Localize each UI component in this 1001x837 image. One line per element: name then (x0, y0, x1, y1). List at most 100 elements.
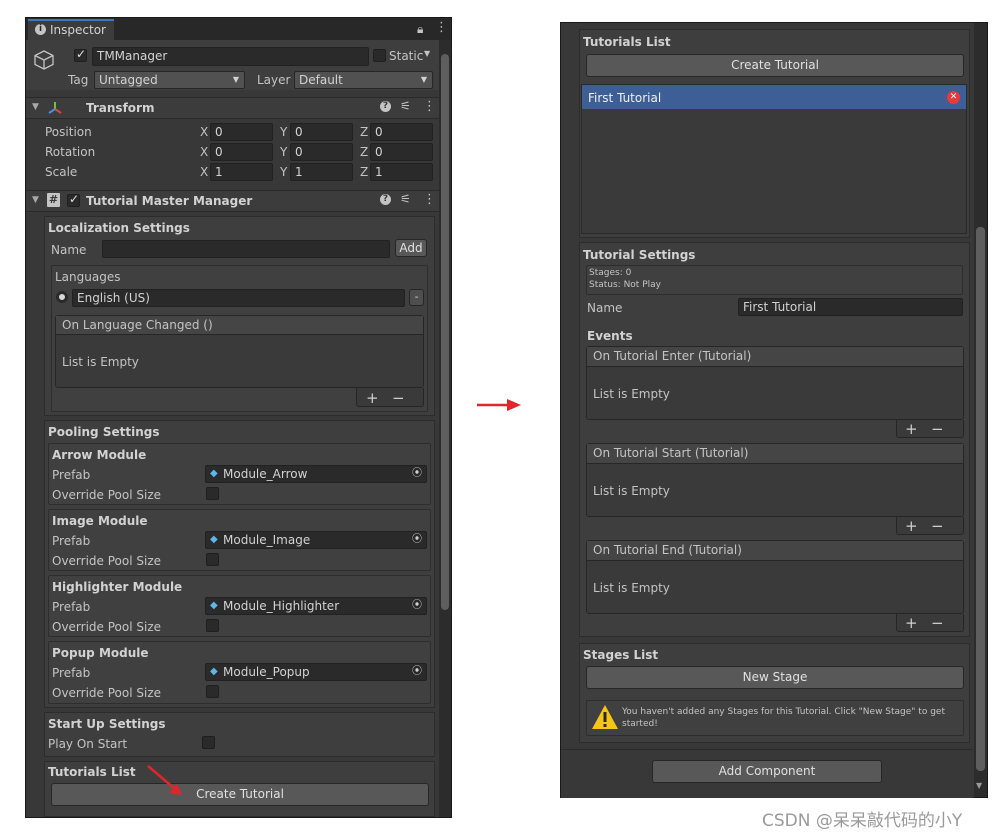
scale-z-label[interactable]: Z (360, 164, 368, 180)
rotation-z-label[interactable]: Z (360, 144, 368, 160)
image-prefab-field[interactable]: ◆ Module_Image ⦿ (205, 531, 427, 549)
object-picker-icon[interactable]: ⦿ (412, 532, 422, 548)
tutorial-start-title: On Tutorial Start (Tutorial) (593, 446, 749, 460)
static-dropdown-icon[interactable]: ▼ (424, 49, 430, 58)
static-checkbox[interactable] (373, 49, 386, 62)
component-menu-icon[interactable]: ⋮ (423, 99, 436, 114)
manager-title: Tutorial Master Manager (86, 194, 253, 208)
arrow-prefab-field[interactable]: ◆ Module_Arrow ⦿ (205, 465, 427, 483)
highlighter-module-title: Highlighter Module (52, 580, 183, 594)
popup-prefab-field[interactable]: ◆ Module_Popup ⦿ (205, 663, 427, 681)
tutorial-enter-remove-button[interactable]: − (931, 422, 944, 437)
add-language-button[interactable]: Add (395, 239, 427, 257)
tutorial-end-add-button[interactable]: + (905, 616, 918, 631)
remove-event-button[interactable]: − (392, 391, 405, 406)
scale-label: Scale (45, 165, 78, 179)
add-component-button[interactable]: Add Component (652, 760, 882, 783)
transform-axis-icon (48, 102, 62, 114)
object-picker-icon[interactable]: ⦿ (412, 664, 422, 680)
stages-warning-text: You haven't added any Stages for this Tu… (622, 707, 945, 729)
rotation-y-field[interactable]: 0 (290, 143, 353, 161)
tab-inspector[interactable]: i Inspector (28, 19, 114, 40)
position-x-field[interactable]: 0 (210, 123, 273, 141)
image-override-label: Override Pool Size (52, 554, 162, 568)
scroll-down-arrow-icon[interactable]: ▼ (976, 781, 982, 790)
tutorial-start-add-button[interactable]: + (905, 519, 918, 534)
position-z-field[interactable]: 0 (370, 123, 433, 141)
component-menu-icon[interactable]: ⋮ (423, 192, 436, 207)
tutorial-enter-add-button[interactable]: + (905, 422, 918, 437)
localization-name-input[interactable] (102, 240, 390, 258)
remove-tutorial-icon[interactable]: ✕ (947, 91, 960, 104)
localization-title: Localization Settings (48, 221, 190, 235)
foldout-arrow-icon[interactable]: ▼ (32, 102, 39, 112)
image-prefab-value: Module_Image (223, 533, 311, 547)
tutorial-start-remove-button[interactable]: − (931, 519, 944, 534)
language-field[interactable]: English (US) (72, 289, 405, 307)
layer-value: Default (299, 73, 343, 87)
rotation-y-label[interactable]: Y (280, 144, 287, 160)
tutorial-end-remove-button[interactable]: − (931, 616, 944, 631)
prefab-cube-icon: ◆ (210, 666, 218, 677)
static-label[interactable]: Static (389, 48, 423, 64)
play-on-start-checkbox[interactable] (202, 736, 215, 749)
object-picker-icon[interactable]: ⦿ (412, 598, 422, 614)
object-picker-icon[interactable]: ⦿ (412, 466, 422, 482)
arrow-override-checkbox[interactable] (206, 487, 219, 500)
scrollbar-thumb-left[interactable] (441, 54, 449, 610)
position-z-label[interactable]: Z (360, 124, 368, 140)
chevron-down-icon: ▼ (232, 75, 239, 84)
preset-sliders-icon[interactable]: ⚟ (400, 192, 411, 206)
popup-override-checkbox[interactable] (206, 685, 219, 698)
remove-language-button[interactable]: - (409, 289, 424, 306)
foldout-arrow-icon[interactable]: ▼ (32, 195, 39, 205)
play-on-start-label: Play On Start (48, 737, 128, 751)
tutorial-name-input[interactable]: First Tutorial (738, 298, 963, 316)
annotation-arrow-left (147, 765, 182, 795)
arrow-module-title: Arrow Module (52, 448, 147, 462)
scale-z-field[interactable]: 1 (370, 163, 433, 181)
tutorial-start-empty: List is Empty (593, 484, 670, 498)
tutorial-settings-title: Tutorial Settings (583, 248, 696, 262)
create-tutorial-button-left[interactable]: Create Tutorial (51, 783, 429, 806)
info-icon: i (35, 24, 46, 35)
component-enabled-checkbox[interactable] (67, 192, 80, 207)
tag-dropdown[interactable]: Untagged ▼ (94, 71, 245, 89)
rotation-z-field[interactable]: 0 (370, 143, 433, 161)
popup-override-label: Override Pool Size (52, 686, 162, 700)
prefab-cube-icon: ◆ (210, 534, 218, 545)
scale-y-label[interactable]: Y (280, 164, 287, 180)
layer-dropdown[interactable]: Default ▼ (294, 71, 433, 89)
radio-selected-icon[interactable] (56, 291, 68, 303)
scale-x-label[interactable]: X (200, 164, 208, 180)
position-x-label[interactable]: X (200, 124, 208, 140)
tutorial-item-label: First Tutorial (588, 91, 662, 105)
position-y-label[interactable]: Y (280, 124, 287, 140)
help-icon[interactable]: ? (380, 194, 391, 205)
scale-y-field[interactable]: 1 (290, 163, 353, 181)
scale-x-field[interactable]: 1 (210, 163, 273, 181)
tutorial-end-title: On Tutorial End (Tutorial) (593, 543, 742, 557)
highlighter-prefab-field[interactable]: ◆ Module_Highlighter ⦿ (205, 597, 427, 615)
script-hash-icon: # (47, 193, 60, 207)
new-stage-button[interactable]: New Stage (586, 666, 964, 689)
add-event-button[interactable]: + (366, 391, 379, 406)
rotation-x-field[interactable]: 0 (210, 143, 273, 161)
arrow-prefab-value: Module_Arrow (223, 467, 308, 481)
lock-icon[interactable]: 🔒︎ (417, 22, 423, 37)
status-text: Status: Not Play (589, 280, 661, 290)
position-y-field[interactable]: 0 (290, 123, 353, 141)
kebab-menu-icon[interactable]: ⋮ (435, 20, 448, 35)
arrow-override-label: Override Pool Size (52, 488, 162, 502)
image-override-checkbox[interactable] (206, 553, 219, 566)
popup-prefab-value: Module_Popup (223, 665, 310, 679)
create-tutorial-button[interactable]: Create Tutorial (586, 54, 964, 77)
preset-sliders-icon[interactable]: ⚟ (400, 99, 411, 113)
highlighter-override-checkbox[interactable] (206, 619, 219, 632)
object-name-input[interactable]: TMManager (92, 47, 369, 66)
scrollbar-thumb-right[interactable] (976, 227, 985, 771)
rotation-x-label[interactable]: X (200, 144, 208, 160)
tab-label: Inspector (50, 23, 106, 37)
help-icon[interactable]: ? (380, 101, 391, 112)
active-checkbox[interactable] (74, 47, 87, 62)
